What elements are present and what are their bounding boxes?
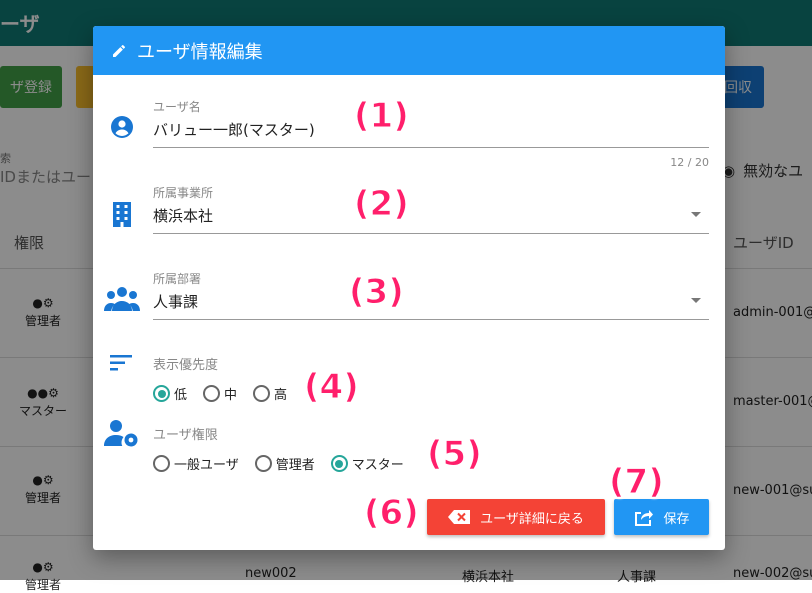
permission-radio-group: 一般ユーザ 管理者 マスター [153,454,414,473]
permission-label: ユーザ権限 [153,428,218,443]
account-circle-icon [111,116,133,138]
radio-unchecked[interactable] [203,385,221,402]
annotation-7: (7) [609,462,665,503]
user-name-field[interactable]: ユーザ名 バリュー一郎(マスター) [153,98,709,148]
priority-radio-group: 低 中 高 [153,384,297,403]
select-underline [153,233,709,234]
pencil-icon [113,44,126,57]
priority-label: 表示優先度 [153,358,219,373]
office-select[interactable]: 所属事業所 横浜本社 [153,184,709,234]
share-export-icon [635,510,654,526]
radio-unchecked[interactable] [254,455,272,472]
dialog-title: ユーザ情報編集 [137,41,263,63]
permission-option-master[interactable]: マスター [330,454,404,473]
backspace-icon [448,510,471,524]
dropdown-arrow-icon[interactable] [691,298,701,303]
char-counter: 12 / 20 [670,156,709,169]
save-button[interactable]: 保存 [614,499,709,535]
permission-option-admin[interactable]: 管理者 [254,454,315,473]
office-label: 所属事業所 [153,186,214,200]
office-value[interactable]: 横浜本社 [153,205,709,229]
sort-icon [110,355,132,371]
user-name-input[interactable]: バリュー一郎(マスター) [153,119,709,143]
dropdown-arrow-icon[interactable] [691,212,701,217]
radio-unchecked[interactable] [153,455,170,472]
department-select[interactable]: 所属部署 人事課 [153,270,709,320]
department-value[interactable]: 人事課 [153,291,709,315]
annotation-6: (6) [364,493,420,534]
radio-checked[interactable] [330,455,348,472]
user-name-label: ユーザ名 [153,100,201,114]
department-label: 所属部署 [153,272,202,286]
permission-option-general[interactable]: 一般ユーザ [153,454,239,473]
annotation-1: (1) [354,96,410,137]
annotation-5: (5) [427,434,483,475]
input-underline [153,147,709,148]
select-underline [153,319,709,320]
annotation-3: (3) [349,272,405,313]
priority-option-mid[interactable]: 中 [203,384,237,403]
priority-option-high[interactable]: 高 [253,384,287,403]
group-icon [104,287,140,311]
annotation-2: (2) [354,184,410,225]
dialog-header: ユーザ情報編集 [93,26,725,75]
back-to-details-button[interactable]: ユーザ詳細に戻る [427,499,605,535]
building-icon [113,202,131,227]
annotation-4: (4) [304,367,360,408]
user-settings-icon [104,420,138,447]
priority-option-low[interactable]: 低 [153,384,187,403]
radio-unchecked[interactable] [253,385,271,402]
radio-checked[interactable] [153,385,170,402]
